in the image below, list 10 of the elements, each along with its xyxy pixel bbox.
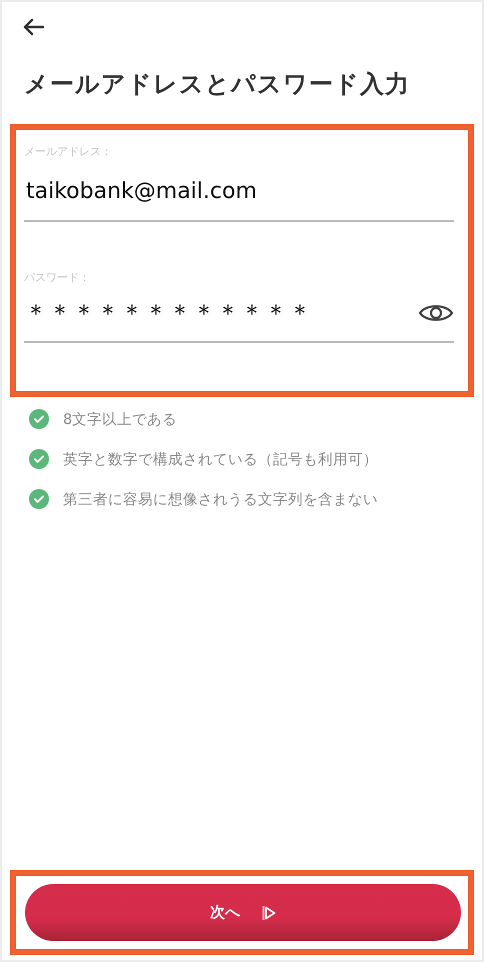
rule-text: 第三者に容易に想像されうる文字列を含まない: [63, 490, 378, 508]
back-arrow-icon[interactable]: [22, 18, 44, 36]
play-icon: [262, 904, 276, 920]
rule-text: 英字と数字で構成されている（記号も利用可）: [63, 450, 378, 468]
rule-text: 8文字以上である: [63, 410, 178, 428]
password-field[interactable]: パスワード： ＊＊＊＊＊＊＊＊＊＊＊＊: [24, 270, 454, 343]
next-button[interactable]: 次へ: [25, 884, 461, 941]
email-field[interactable]: メールアドレス： taikobank@mail.com: [24, 144, 454, 222]
eye-icon[interactable]: [418, 302, 454, 324]
page-title: メールアドレスとパスワード入力: [24, 69, 411, 100]
